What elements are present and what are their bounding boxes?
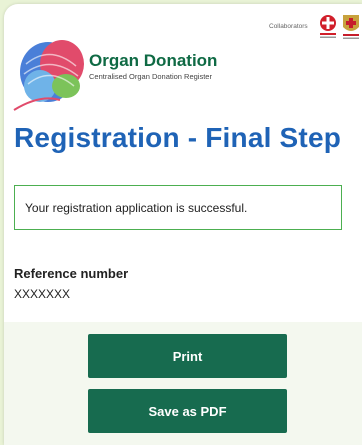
organ-donation-logo <box>13 40 84 111</box>
collaborators-label: Collaborators <box>269 23 308 30</box>
page-title: Registration - Final Step <box>14 122 342 153</box>
brand-subtitle: Centralised Organ Donation Register <box>89 72 212 81</box>
reference-number-value: XXXXXXX <box>14 287 71 301</box>
department-of-health-emblem <box>320 15 336 38</box>
save-as-pdf-button[interactable]: Save as PDF <box>88 389 287 433</box>
reference-number-label: Reference number <box>14 266 129 281</box>
brand-title: Organ Donation <box>89 51 218 70</box>
success-message: Your registration application is success… <box>14 185 342 230</box>
hong-kong-red-cross-emblem <box>343 15 359 39</box>
print-button[interactable]: Print <box>88 334 287 378</box>
page-header: Organ Donation Centralised Organ Donatio… <box>4 4 362 111</box>
